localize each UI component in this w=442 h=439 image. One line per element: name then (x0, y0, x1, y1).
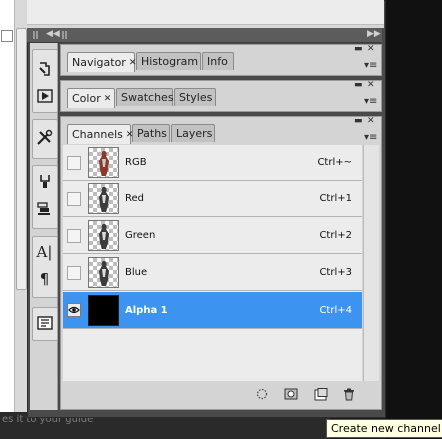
visibility-toggle[interactable] (67, 191, 81, 206)
visibility-toggle[interactable] (67, 155, 81, 170)
scrollbar-thumb[interactable] (16, 28, 27, 290)
grip-icon[interactable] (65, 31, 67, 39)
channel-row-blue[interactable]: Blue Ctrl+3 (63, 255, 362, 291)
grip-icon[interactable] (62, 31, 64, 39)
channel-row-green[interactable]: Green Ctrl+2 (63, 218, 362, 254)
channels-button-bar (63, 383, 378, 405)
channel-name: Alpha 1 (125, 304, 168, 316)
notes-icon[interactable] (35, 313, 54, 332)
visibility-toggle[interactable] (67, 265, 81, 280)
history-brush-icon[interactable] (35, 59, 54, 78)
tools-icon[interactable] (35, 128, 54, 147)
channel-thumbnail (88, 220, 119, 251)
eye-icon[interactable] (67, 303, 81, 317)
workspace-background (385, 0, 442, 439)
clone-source-icon[interactable] (35, 172, 54, 191)
character-icon[interactable]: A| (35, 242, 54, 261)
load-selection-icon[interactable] (255, 387, 269, 401)
expand-right-icon[interactable]: ▶▶ (367, 29, 381, 39)
tab-navigator[interactable]: Navigator ✕ (67, 52, 136, 72)
grip-icon[interactable] (36, 31, 38, 39)
document-canvas (0, 0, 15, 412)
tab-swatches[interactable]: Swatches (116, 88, 174, 106)
channel-shortcut: Ctrl+3 (319, 267, 352, 278)
channel-name: Blue (125, 267, 148, 278)
tab-color[interactable]: Color ✕ (67, 88, 115, 108)
tab-histogram[interactable]: Histogram (136, 52, 201, 70)
channel-thumbnail (88, 294, 119, 326)
visibility-toggle[interactable] (67, 228, 81, 243)
tab-label: Swatches (121, 91, 174, 104)
channels-tab-row: Channels ✕ Paths Layers (61, 124, 379, 144)
tab-label: Info (207, 55, 228, 68)
tab-styles[interactable]: Styles (174, 88, 216, 106)
grip-icon[interactable] (33, 31, 35, 39)
play-action-icon[interactable] (35, 86, 54, 105)
tab-channels[interactable]: Channels ✕ (67, 124, 133, 144)
tab-info[interactable]: Info (202, 52, 234, 70)
tooltip: Create new channel (326, 419, 442, 438)
tab-label: Navigator (72, 56, 126, 69)
save-selection-icon[interactable] (284, 387, 298, 401)
collapse-left-icon[interactable]: ◀◀ (46, 29, 60, 39)
channel-shortcut: Ctrl+1 (319, 193, 352, 204)
navigator-tab-row: Navigator ✕ Histogram Info (61, 52, 379, 72)
tab-label: Histogram (141, 55, 199, 68)
channel-thumbnail (88, 147, 119, 178)
layer-comps-icon[interactable] (35, 199, 54, 218)
doc-checkbox (1, 30, 13, 42)
channel-shortcut: Ctrl+~ (317, 157, 352, 168)
channel-name: Green (125, 230, 156, 241)
dock-top-area (27, 0, 384, 25)
channel-name: RGB (125, 157, 147, 168)
channel-thumbnail (88, 257, 119, 288)
delete-icon[interactable] (342, 387, 356, 401)
channel-shortcut: Ctrl+2 (319, 230, 352, 241)
dock-titlebar[interactable] (27, 28, 382, 43)
close-icon[interactable]: ✕ (104, 94, 112, 104)
tab-label: Color (72, 92, 101, 105)
paragraph-icon[interactable]: ¶ (35, 269, 54, 288)
channels-scrollbar[interactable] (363, 145, 379, 381)
tab-layers[interactable]: Layers (171, 124, 215, 142)
color-tab-row: Color ✕ Swatches Styles (61, 88, 379, 108)
channel-row-alpha-1[interactable]: Alpha 1 Ctrl+4 (63, 292, 362, 329)
tab-label: Styles (179, 91, 213, 104)
new-channel-icon[interactable] (314, 387, 328, 401)
tab-label: Layers (176, 127, 213, 140)
channel-name: Red (125, 193, 144, 204)
tab-label: Channels (72, 128, 123, 141)
channel-shortcut: Ctrl+4 (319, 304, 352, 316)
channel-thumbnail (88, 183, 119, 214)
tab-label: Paths (137, 127, 167, 140)
channel-row-rgb[interactable]: RGB Ctrl+~ (63, 145, 362, 181)
channel-row-red[interactable]: Red Ctrl+1 (63, 181, 362, 217)
tab-paths[interactable]: Paths (132, 124, 170, 142)
